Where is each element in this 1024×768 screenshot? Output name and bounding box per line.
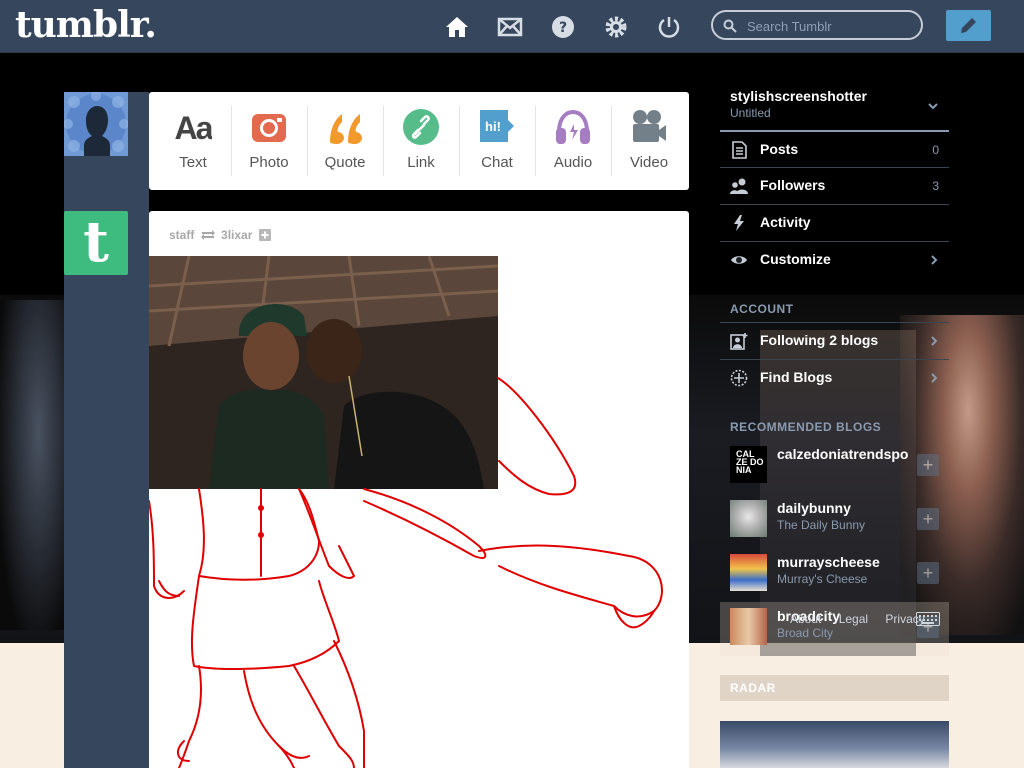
sidebar-item-activity[interactable]: Activity [720,204,949,240]
thumbnail-text: CAL ZE DO NIA [736,449,764,475]
recommended-blog-item[interactable]: CAL ZE DO NIA calzedoniatrendspo + [720,440,949,494]
blog-name: murrayscheese [777,554,880,570]
keyboard-icon[interactable] [916,612,940,626]
post-type-video[interactable]: Video [611,92,687,190]
posts-icon [732,141,747,159]
sidebar-item-followers[interactable]: Followers 3 [720,167,949,203]
svg-text:Aa: Aa [175,110,212,146]
default-avatar-icon [64,92,128,156]
post-type-label: Link [407,154,435,171]
help-icon[interactable]: ? [550,14,576,40]
compass-icon [730,369,748,387]
sidebar-item-count: 0 [932,143,939,157]
blog-title: Broad City [777,626,834,640]
blog-thumbnail [730,608,767,645]
recommended-blog-item[interactable]: murrayscheese Murray's Cheese + [720,548,949,602]
post-type-label: Photo [249,154,289,171]
blog-name: calzedoniatrendspo [777,446,909,462]
chevron-down-icon[interactable] [927,100,939,112]
power-icon[interactable] [656,14,682,40]
blog-thumbnail: CAL ZE DO NIA [730,446,767,483]
post-type-bar: Aa Text Photo Quote Link hi! Chat Audio … [149,92,689,190]
staff-avatar[interactable]: t [64,209,128,275]
followers-icon [730,178,748,194]
post-type-label: Quote [324,154,366,171]
blog-thumbnail [730,554,767,591]
blog-title: The Daily Bunny [777,518,866,532]
chat-icon: hi! [480,110,514,142]
sidebar-item-following[interactable]: Following 2 blogs [720,322,949,358]
recommended-blog-item[interactable]: broadcity Broad City + [720,602,949,656]
recommended-section-header: RECOMMENDED BLOGS [730,420,882,434]
pencil-icon [961,18,976,33]
radar-label: RADAR [730,681,776,695]
blog-thumbnail [730,500,767,537]
radar-post-image[interactable] [720,721,949,768]
compose-post-button[interactable] [946,10,991,41]
blog-name[interactable]: stylishscreenshotter [730,88,867,104]
sidebar-item-label: Posts [760,141,799,157]
mail-icon[interactable] [497,14,523,40]
search-input[interactable] [745,16,919,36]
post-type-chat[interactable]: hi! Chat [459,92,535,190]
video-camera-icon [633,110,666,142]
tumblr-t-logo: t [83,209,109,275]
sidebar-item-label: Customize [760,251,831,267]
chevron-right-icon [931,336,938,346]
post-type-text[interactable]: Aa Text [155,92,231,190]
post-type-label: Text [179,154,207,171]
text-icon: Aa [175,110,212,146]
blog-title: Murray's Cheese [777,572,868,586]
tumblr-logo[interactable]: tumblr. [15,4,157,46]
sidebar-item-customize[interactable]: Customize [720,241,949,277]
recommended-blog-item[interactable]: dailybunny The Daily Bunny + [720,494,949,548]
post-type-label: Video [629,154,669,171]
radar-section-header: RADAR [720,675,949,701]
post-type-audio[interactable]: Audio [535,92,611,190]
red-line-drawing [149,377,663,768]
post-type-link[interactable]: Link [383,92,459,190]
sidebar-item-find-blogs[interactable]: Find Blogs [720,359,949,395]
footer-legal-link[interactable]: Legal [839,612,868,626]
post-type-quote[interactable]: Quote [307,92,383,190]
svg-text:?: ? [559,20,567,36]
settings-icon[interactable] [603,14,629,40]
quote-icon [330,114,362,144]
search-box[interactable] [711,10,923,40]
top-navigation-bar: tumblr. ? [0,0,1024,53]
svg-text:hi!: hi! [485,119,501,134]
blog-name: dailybunny [777,500,851,516]
sidebar-item-label: Followers [760,177,826,193]
sidebar-item-count: 3 [932,179,939,193]
camera-icon [252,114,286,142]
sidebar-item-label: Following 2 blogs [760,332,879,348]
post-type-photo[interactable]: Photo [231,92,307,190]
link-icon [403,109,439,145]
blog-title: Untitled [730,106,771,120]
sidebar-item-label: Find Blogs [760,369,833,385]
headphones-icon [556,109,590,144]
footer-about-link[interactable]: About [790,612,821,626]
following-icon [730,333,748,350]
sidebar-item-label: Activity [760,214,811,230]
follow-blog-button[interactable]: + [917,454,939,476]
post-type-label: Chat [481,154,513,171]
home-icon[interactable] [444,14,470,40]
lightning-icon [734,215,744,231]
follow-blog-button[interactable]: + [917,508,939,530]
background-figure-left [0,300,64,630]
avatar-rail [64,92,149,768]
dashboard-post: staff 3lixar [149,211,689,768]
search-icon [723,19,737,33]
eye-icon [731,256,747,264]
chevron-right-icon [931,373,938,383]
follow-blog-button[interactable]: + [917,562,939,584]
account-section-header: ACCOUNT [730,302,794,316]
user-avatar[interactable] [64,92,128,156]
post-type-label: Audio [553,154,593,171]
sidebar-item-posts[interactable]: Posts 0 [720,130,949,166]
chevron-right-icon [931,255,938,265]
